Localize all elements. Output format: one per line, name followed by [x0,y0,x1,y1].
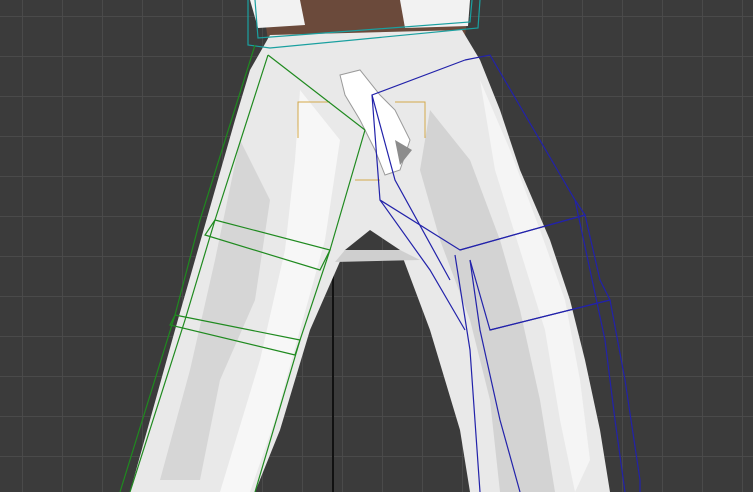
3d-viewport[interactable] [0,0,753,492]
model-pants[interactable] [130,30,610,492]
model-shirt-left[interactable] [250,0,305,28]
model-shirt-right[interactable] [400,0,470,28]
scene-canvas[interactable] [0,0,753,492]
